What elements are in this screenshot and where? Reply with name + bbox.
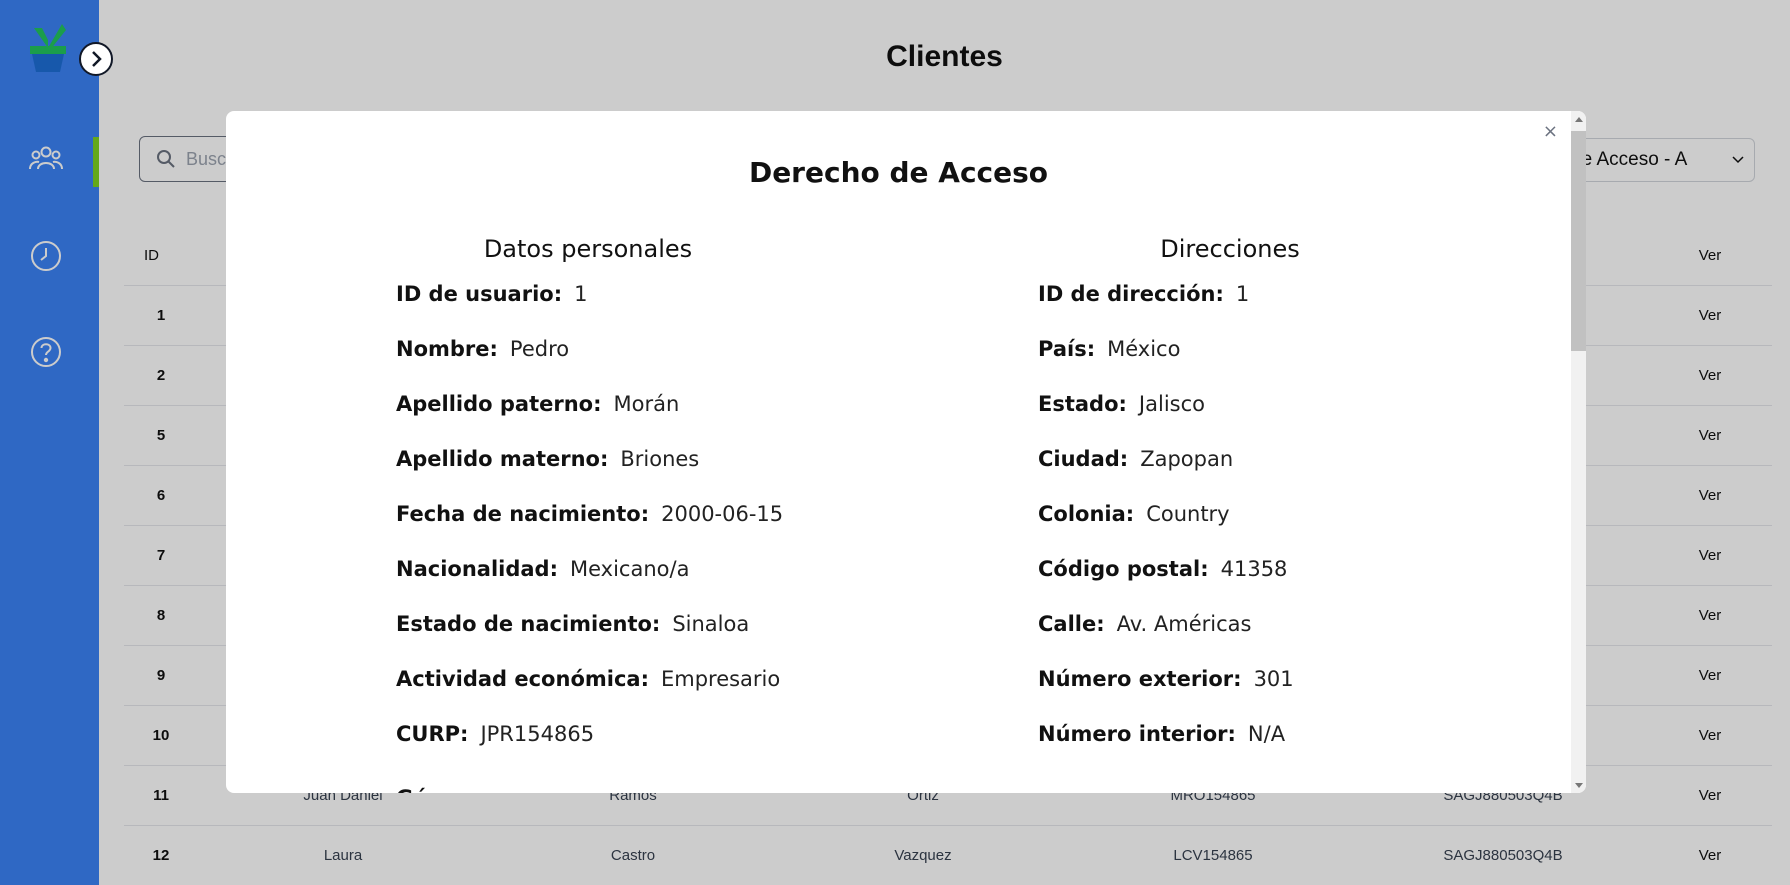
scrollbar-thumb[interactable] [1571, 131, 1586, 351]
field-label: Estado de nacimiento: [396, 612, 661, 636]
field-value: 41358 [1220, 557, 1288, 581]
close-icon[interactable]: × [1543, 123, 1558, 141]
detail-field: País: México [1038, 337, 1180, 361]
scroll-down-arrow-icon[interactable] [1571, 777, 1586, 793]
personal-data-heading: Datos personales [483, 235, 693, 263]
field-label: Apellido materno: [396, 447, 609, 471]
detail-field: Apellido materno: Briones [396, 447, 699, 471]
field-label: Número interior: [1038, 722, 1236, 746]
field-value: 1 [1235, 282, 1250, 306]
detail-field: Estado de nacimiento: Sinaloa [396, 612, 749, 636]
field-label: Nacionalidad: [396, 557, 558, 581]
field-value: Jalisco [1138, 392, 1205, 416]
field-label: País: [1038, 337, 1096, 361]
field-value: Briones [620, 447, 700, 471]
detail-field: Actividad económica: Empresario [396, 667, 780, 691]
field-value: JPR154865 [480, 722, 595, 746]
field-value: 301 [1253, 667, 1294, 691]
field-label: Fecha de nacimiento: [396, 502, 650, 526]
detail-field: Número exterior: 301 [1038, 667, 1294, 691]
detail-field: Número interior: N/A [1038, 722, 1285, 746]
detail-field: Estado: Jalisco [1038, 392, 1205, 416]
detail-field: Ciudad: Zapopan [1038, 447, 1233, 471]
detail-field: Fecha de nacimiento: 2000-06-15 [396, 502, 783, 526]
chevron-right-icon [92, 51, 102, 67]
field-value: 2000-06-15 [661, 502, 784, 526]
detail-field: ID de usuario: 1 [396, 282, 587, 306]
field-value: N/A [1247, 722, 1286, 746]
field-label: Número exterior: [1038, 667, 1242, 691]
field-value: México [1107, 337, 1181, 361]
modal-scrollbar[interactable] [1571, 111, 1586, 793]
field-label: Código postal: [1038, 557, 1209, 581]
field-value: Country [1146, 502, 1230, 526]
detail-field: ID de dirección: 1 [1038, 282, 1249, 306]
detail-field: Colonia: Country [1038, 502, 1230, 526]
field-cut-off: Género: [396, 786, 502, 793]
field-value: Zapopan [1140, 447, 1234, 471]
field-label: ID de usuario: [396, 282, 563, 306]
scroll-up-arrow-icon[interactable] [1571, 111, 1586, 127]
field-value: Pedro [509, 337, 570, 361]
detail-field: Calle: Av. Américas [1038, 612, 1251, 636]
detail-field: Nacionalidad: Mexicano/a [396, 557, 689, 581]
field-label: ID de dirección: [1038, 282, 1224, 306]
field-value: Mexicano/a [569, 557, 690, 581]
modal-title: Derecho de Acceso [748, 156, 1049, 189]
field-label: CURP: [396, 722, 469, 746]
field-label: Ciudad: [1038, 447, 1129, 471]
field-label: Actividad económica: [396, 667, 649, 691]
field-value: Sinaloa [672, 612, 750, 636]
field-label: Nombre: [396, 337, 498, 361]
field-value: Empresario [660, 667, 781, 691]
field-label: Calle: [1038, 612, 1105, 636]
field-value: 1 [574, 282, 588, 306]
detail-field: CURP: JPR154865 [396, 722, 594, 746]
field-value: Av. Américas [1116, 612, 1252, 636]
field-value: Morán [613, 392, 680, 416]
detail-field: Código postal: 41358 [1038, 557, 1287, 581]
addresses-heading: Direcciones [1160, 235, 1300, 263]
field-label: Estado: [1038, 392, 1127, 416]
field-label: Apellido paterno: [396, 392, 602, 416]
detail-field: Nombre: Pedro [396, 337, 569, 361]
detail-field: Apellido paterno: Morán [396, 392, 679, 416]
access-rights-modal: × Derecho de Acceso Datos personales Dir… [226, 111, 1586, 793]
field-label: Colonia: [1038, 502, 1135, 526]
expand-sidebar-button[interactable] [79, 42, 113, 76]
